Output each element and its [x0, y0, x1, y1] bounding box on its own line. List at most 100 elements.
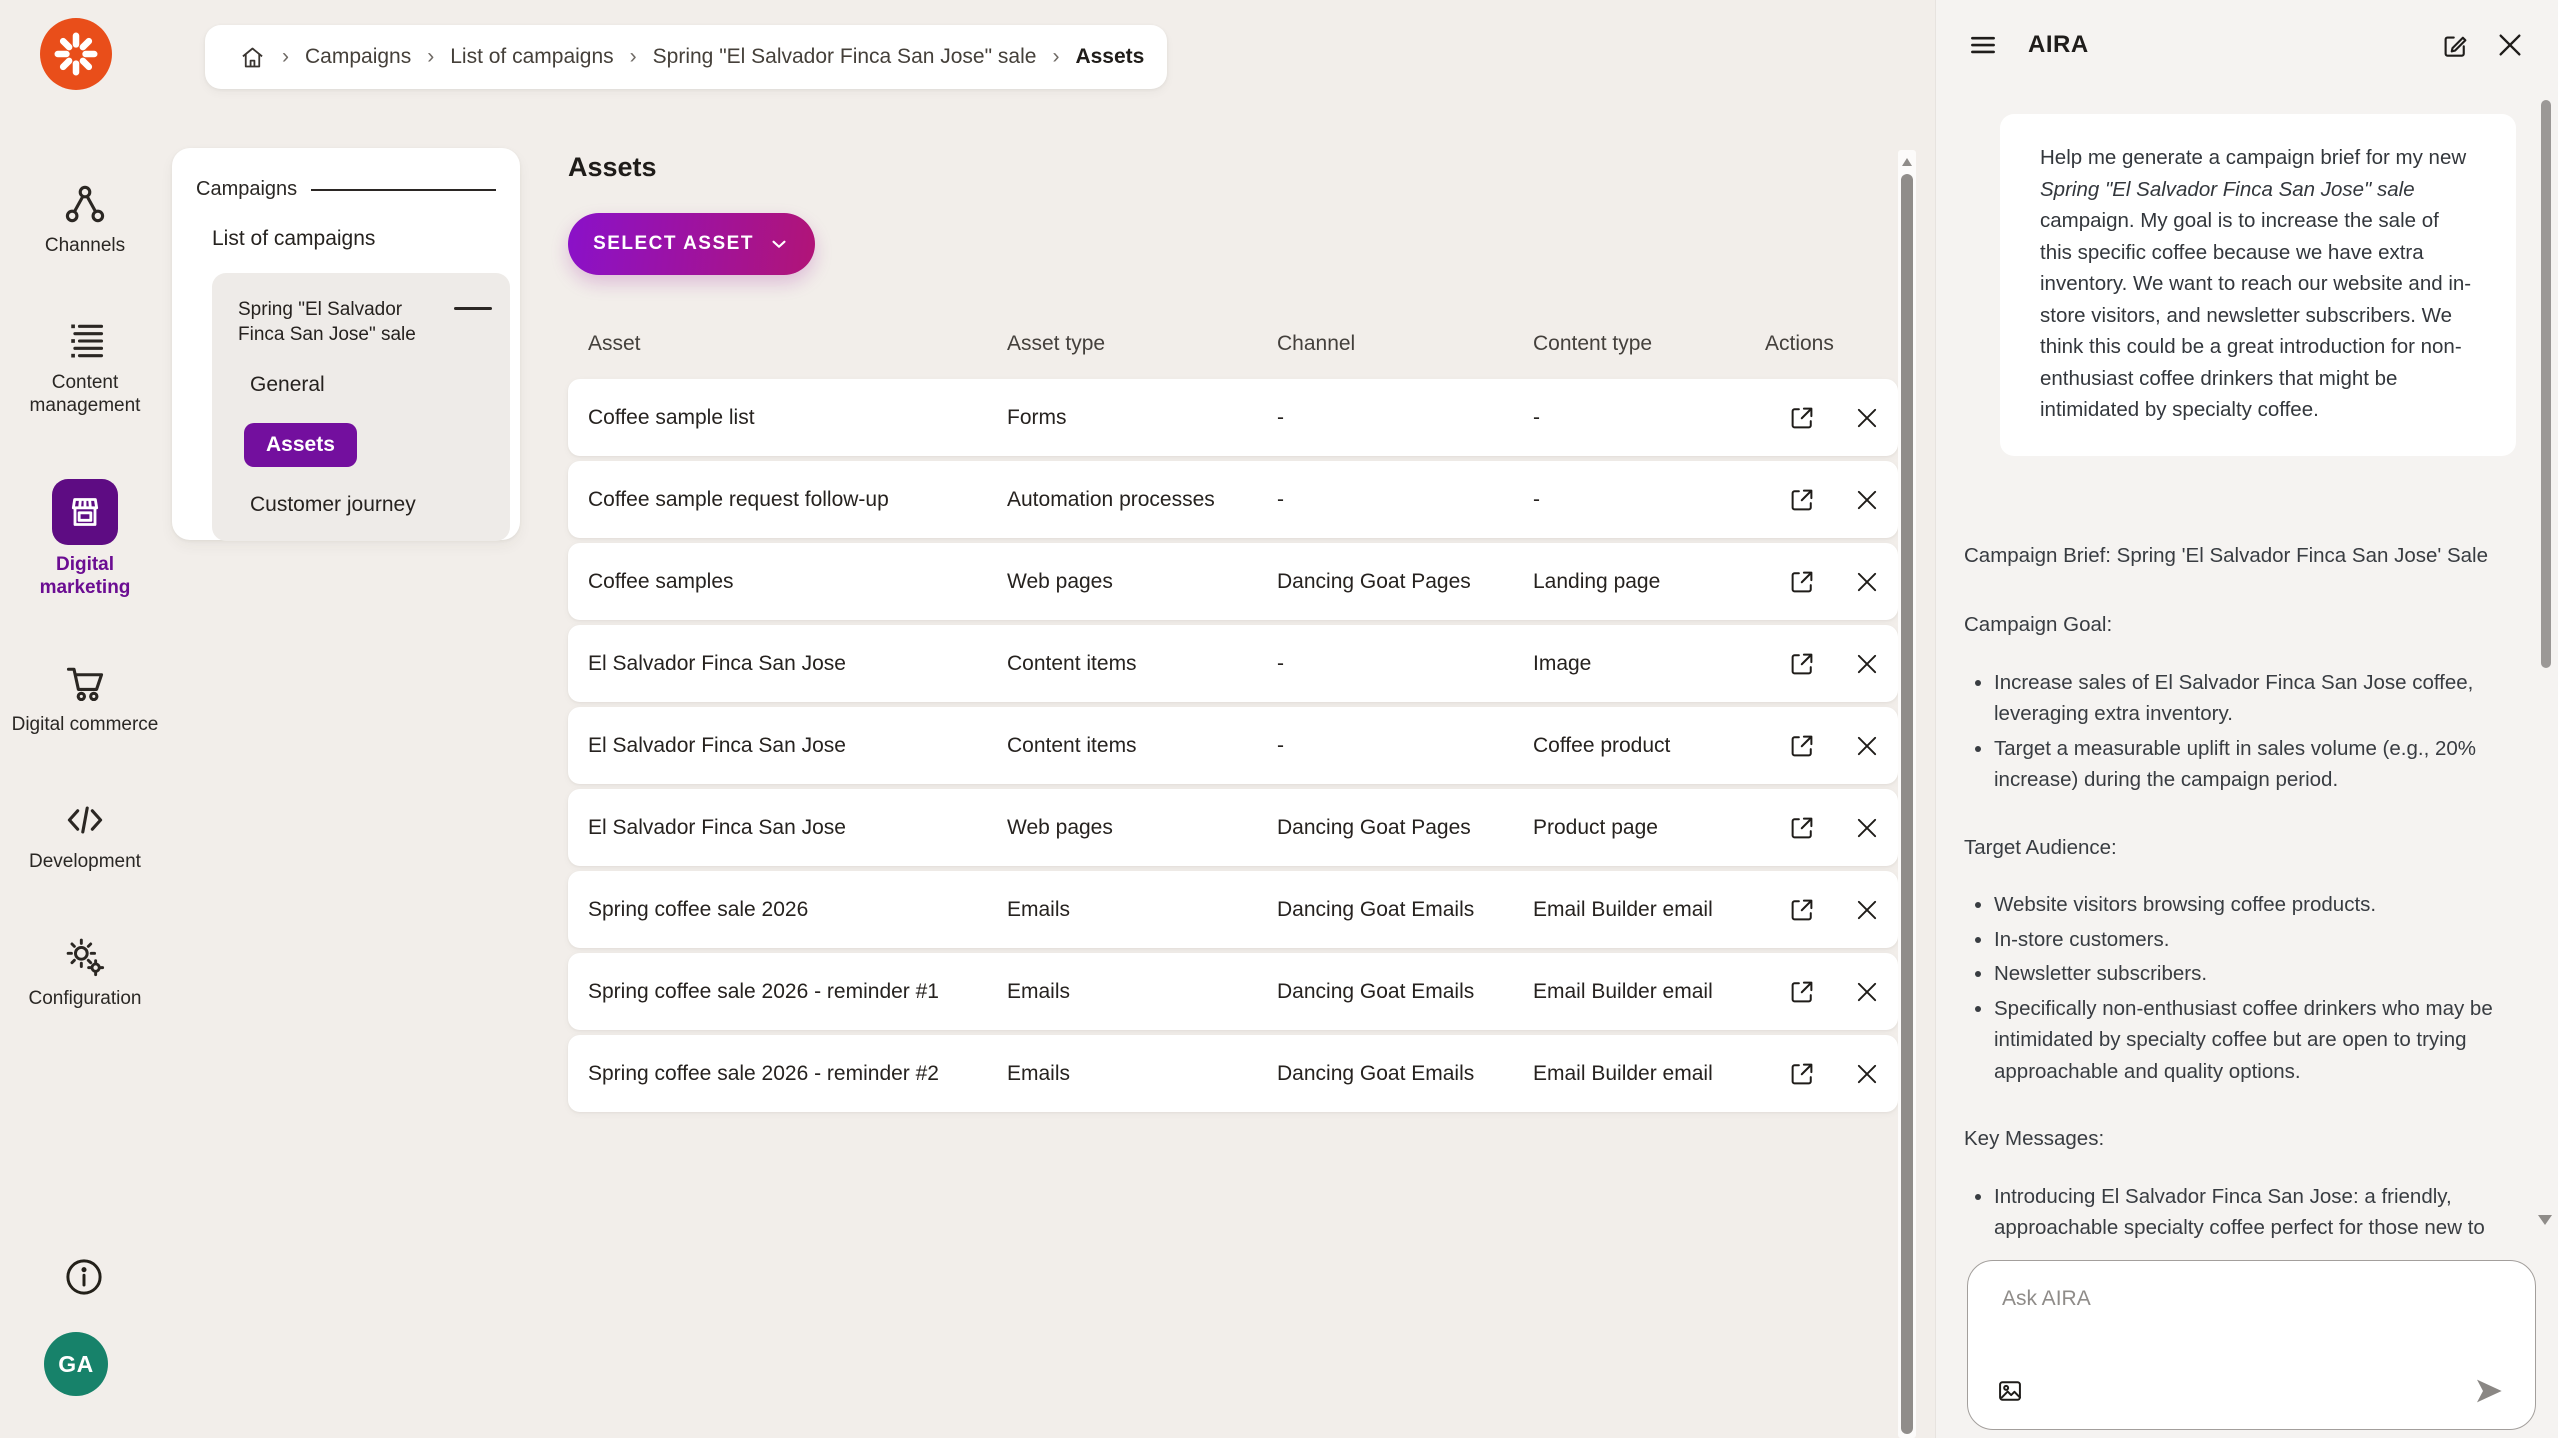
breadcrumb-item-campaign-name[interactable]: Spring "El Salvador Finca San Jose" sale: [653, 45, 1037, 69]
cell-asset-type: Emails: [1007, 980, 1277, 1004]
open-asset-button[interactable]: [1787, 731, 1817, 761]
sidebar-item-digital-marketing[interactable]: Digital marketing: [0, 479, 170, 599]
nav-item-campaign-name[interactable]: Spring "El Salvador Finca San Jose" sale: [238, 297, 448, 347]
sidebar-item-label: Digital marketing: [10, 553, 160, 599]
send-button[interactable]: [2473, 1375, 2505, 1407]
sidebar-item-channels[interactable]: Channels: [0, 182, 170, 257]
breadcrumb: › Campaigns › List of campaigns › Spring…: [205, 25, 1167, 89]
external-link-icon: [1787, 1059, 1817, 1089]
digital-marketing-active-tile: [52, 479, 118, 545]
nav-item-assets-selected[interactable]: Assets: [244, 423, 357, 467]
external-link-icon: [1787, 895, 1817, 925]
remove-asset-button[interactable]: [1853, 1060, 1881, 1088]
main-scrollbar[interactable]: [1898, 150, 1916, 1438]
cell-channel: -: [1277, 406, 1533, 430]
nav-item-list-of-campaigns[interactable]: List of campaigns: [212, 227, 512, 251]
cell-channel: Dancing Goat Pages: [1277, 816, 1533, 840]
open-asset-button[interactable]: [1787, 813, 1817, 843]
chevron-down-icon: [768, 233, 790, 255]
external-link-icon: [1787, 813, 1817, 843]
attach-image-button[interactable]: [1996, 1377, 2024, 1405]
close-icon: [1853, 978, 1881, 1006]
column-header-channel: Channel: [1277, 332, 1533, 356]
remove-asset-button[interactable]: [1853, 814, 1881, 842]
ai-bullet: Newsletter subscribers.: [1994, 958, 2499, 990]
cell-asset-type: Forms: [1007, 406, 1277, 430]
shopping-cart-icon: [63, 661, 107, 705]
table-row: Coffee sample request follow-up Automati…: [568, 461, 1898, 538]
home-icon[interactable]: [239, 44, 266, 71]
nav-item-customer-journey[interactable]: Customer journey: [250, 493, 492, 517]
close-icon: [1853, 486, 1881, 514]
ai-bullet: Specifically non-enthusiast coffee drink…: [1994, 993, 2499, 1088]
ai-bullet: Introducing El Salvador Finca San Jose: …: [1994, 1181, 2499, 1251]
remove-asset-button[interactable]: [1853, 978, 1881, 1006]
cell-asset: El Salvador Finca San Jose: [588, 816, 1007, 840]
aira-prompt-input[interactable]: [1988, 1277, 2515, 1347]
column-header-asset-type: Asset type: [1007, 332, 1277, 356]
sidebar-item-content-management[interactable]: Content management: [0, 319, 170, 417]
title-rule: [311, 189, 496, 191]
open-asset-button[interactable]: [1787, 649, 1817, 679]
open-asset-button[interactable]: [1787, 895, 1817, 925]
sidebar-item-configuration[interactable]: Configuration: [0, 935, 170, 1010]
page-title: Assets: [568, 152, 1898, 183]
kentico-logo-icon: [53, 31, 99, 77]
cell-content-type: Email Builder email: [1533, 898, 1765, 922]
breadcrumb-item-campaigns[interactable]: Campaigns: [305, 45, 411, 69]
cell-channel: -: [1277, 734, 1533, 758]
aira-chat-history: Help me generate a campaign brief for my…: [1936, 92, 2558, 1250]
remove-asset-button[interactable]: [1853, 896, 1881, 924]
aira-menu-button[interactable]: [1968, 30, 1998, 60]
cell-asset: Spring coffee sale 2026 - reminder #1: [588, 980, 1007, 1004]
cell-content-type: Email Builder email: [1533, 980, 1765, 1004]
remove-asset-button[interactable]: [1853, 486, 1881, 514]
open-asset-button[interactable]: [1787, 567, 1817, 597]
table-row: El Salvador Finca San Jose Content items…: [568, 707, 1898, 784]
cell-content-type: -: [1533, 406, 1765, 430]
cell-asset: Coffee samples: [588, 570, 1007, 594]
cell-channel: -: [1277, 652, 1533, 676]
table-header-row: Asset Asset type Channel Content type Ac…: [568, 321, 1898, 367]
main-scrollbar-thumb[interactable]: [1901, 174, 1913, 1434]
open-asset-button[interactable]: [1787, 1059, 1817, 1089]
breadcrumb-item-list-of-campaigns[interactable]: List of campaigns: [450, 45, 613, 69]
external-link-icon: [1787, 567, 1817, 597]
external-link-icon: [1787, 485, 1817, 515]
gear-icon: [63, 935, 107, 979]
cell-content-type: Product page: [1533, 816, 1765, 840]
open-asset-button[interactable]: [1787, 977, 1817, 1007]
info-button[interactable]: [63, 1256, 105, 1298]
select-asset-button[interactable]: SELECT ASSET: [568, 213, 815, 275]
cell-channel: Dancing Goat Emails: [1277, 898, 1533, 922]
sidebar-nav: Channels Content management: [0, 182, 170, 1010]
aira-close-button[interactable]: [2494, 29, 2526, 61]
sidebar-item-development[interactable]: Development: [0, 798, 170, 873]
remove-asset-button[interactable]: [1853, 732, 1881, 760]
open-asset-button[interactable]: [1787, 403, 1817, 433]
collapse-dash-icon[interactable]: [454, 307, 492, 310]
aira-new-chat-button[interactable]: [2440, 30, 2470, 60]
scroll-up-arrow-icon[interactable]: [1902, 158, 1912, 166]
remove-asset-button[interactable]: [1853, 568, 1881, 596]
user-avatar[interactable]: GA: [44, 1332, 108, 1396]
ai-bullet: In-store customers.: [1994, 924, 2499, 956]
remove-asset-button[interactable]: [1853, 404, 1881, 432]
app-logo[interactable]: [40, 18, 112, 90]
scroll-down-arrow-icon[interactable]: [2538, 1215, 2552, 1225]
chat-scrollbar-thumb[interactable]: [2541, 100, 2551, 668]
info-icon: [63, 1256, 105, 1298]
remove-asset-button[interactable]: [1853, 650, 1881, 678]
app-root: Channels Content management: [0, 0, 2558, 1438]
assets-table: Asset Asset type Channel Content type Ac…: [568, 321, 1898, 1112]
open-asset-button[interactable]: [1787, 485, 1817, 515]
chevron-right-icon: ›: [282, 45, 289, 69]
aira-title: AIRA: [2028, 31, 2089, 59]
chevron-right-icon: ›: [1052, 45, 1059, 69]
cell-asset: Coffee sample request follow-up: [588, 488, 1007, 512]
sidebar-item-digital-commerce[interactable]: Digital commerce: [0, 661, 170, 736]
external-link-icon: [1787, 403, 1817, 433]
channels-icon: [63, 182, 107, 226]
cell-asset-type: Web pages: [1007, 570, 1277, 594]
nav-item-general[interactable]: General: [250, 373, 492, 397]
